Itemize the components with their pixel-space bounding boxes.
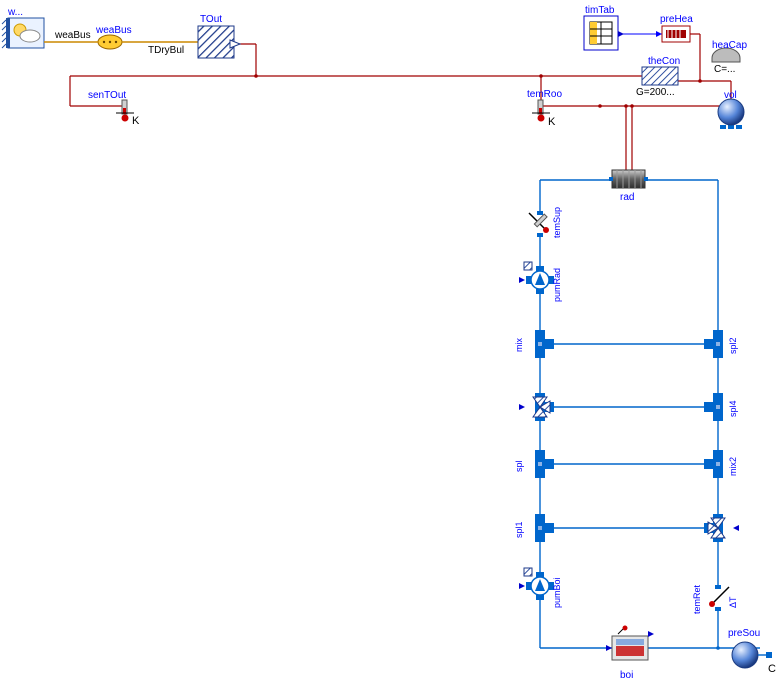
pumboi-pump[interactable]	[519, 568, 554, 600]
junction	[624, 104, 628, 108]
sentout-label: senTOut	[88, 90, 126, 101]
port	[728, 125, 734, 129]
c-label: C	[768, 663, 776, 675]
timtab-label: timTab	[585, 5, 615, 16]
junction	[630, 104, 634, 108]
prehea-block[interactable]	[662, 26, 690, 42]
prehea-label: preHea	[660, 14, 693, 25]
rad-label: rad	[620, 192, 634, 203]
weather-block[interactable]	[2, 18, 44, 48]
weabus-connector[interactable]	[98, 35, 122, 49]
temret-label: temRet	[692, 584, 702, 614]
valve1-block[interactable]	[519, 393, 554, 421]
mix-tee[interactable]	[526, 330, 554, 358]
pumrad-pump[interactable]	[519, 262, 554, 294]
junction	[254, 74, 258, 78]
weabus1-label: weaBus	[54, 30, 91, 41]
temroo-label: temRoo	[527, 89, 562, 100]
spl-tee[interactable]	[535, 450, 554, 478]
tdrybul-label: TDryBul	[148, 45, 184, 56]
valve2-block[interactable]	[704, 514, 739, 542]
junction	[598, 104, 602, 108]
k1-label: K	[132, 115, 140, 127]
port	[736, 125, 742, 129]
spl2-label: spl2	[728, 337, 738, 354]
tout-block[interactable]	[198, 26, 240, 58]
temsup-sensor[interactable]	[529, 211, 549, 237]
mix-label: mix	[514, 338, 524, 352]
spl1-tee[interactable]	[535, 514, 554, 542]
presou-block[interactable]	[732, 642, 772, 668]
heacap-val: C=...	[714, 64, 735, 75]
boi-block[interactable]	[606, 626, 654, 661]
weabus2-label: weaBus	[95, 25, 132, 36]
thecon-block[interactable]	[642, 67, 678, 85]
pumrad-label: pumRad	[552, 268, 562, 302]
deltat-label: ΔT	[728, 596, 738, 608]
junction	[539, 74, 543, 78]
presou-label: preSou	[728, 628, 760, 639]
port	[720, 125, 726, 129]
temret-sensor[interactable]	[709, 585, 729, 611]
mix2-tee[interactable]	[704, 450, 723, 478]
junction	[716, 646, 720, 650]
spl-label: spl	[514, 460, 524, 472]
heacap-label: heaCap	[712, 40, 747, 51]
junction	[698, 79, 702, 83]
tout-label: TOut	[200, 14, 222, 25]
spl4-tee[interactable]	[704, 393, 723, 421]
thecon-val: G=200...	[636, 87, 675, 98]
temsup-label: temSup	[552, 207, 562, 238]
vol-block[interactable]	[718, 99, 744, 125]
spl2-tee[interactable]	[704, 330, 723, 358]
spl4-label: spl4	[728, 400, 738, 417]
timtab-block[interactable]	[584, 16, 624, 50]
vol-label: vol	[724, 90, 737, 101]
pumboi-label: pumBoi	[552, 577, 562, 608]
boi-label: boi	[620, 670, 633, 681]
mix2-label: mix2	[728, 457, 738, 476]
rad-block[interactable]	[609, 170, 648, 188]
w-label: w...	[7, 7, 23, 18]
spl1-label: spl1	[514, 521, 524, 538]
k2-label: K	[548, 116, 556, 128]
thecon-label: theCon	[648, 56, 680, 67]
